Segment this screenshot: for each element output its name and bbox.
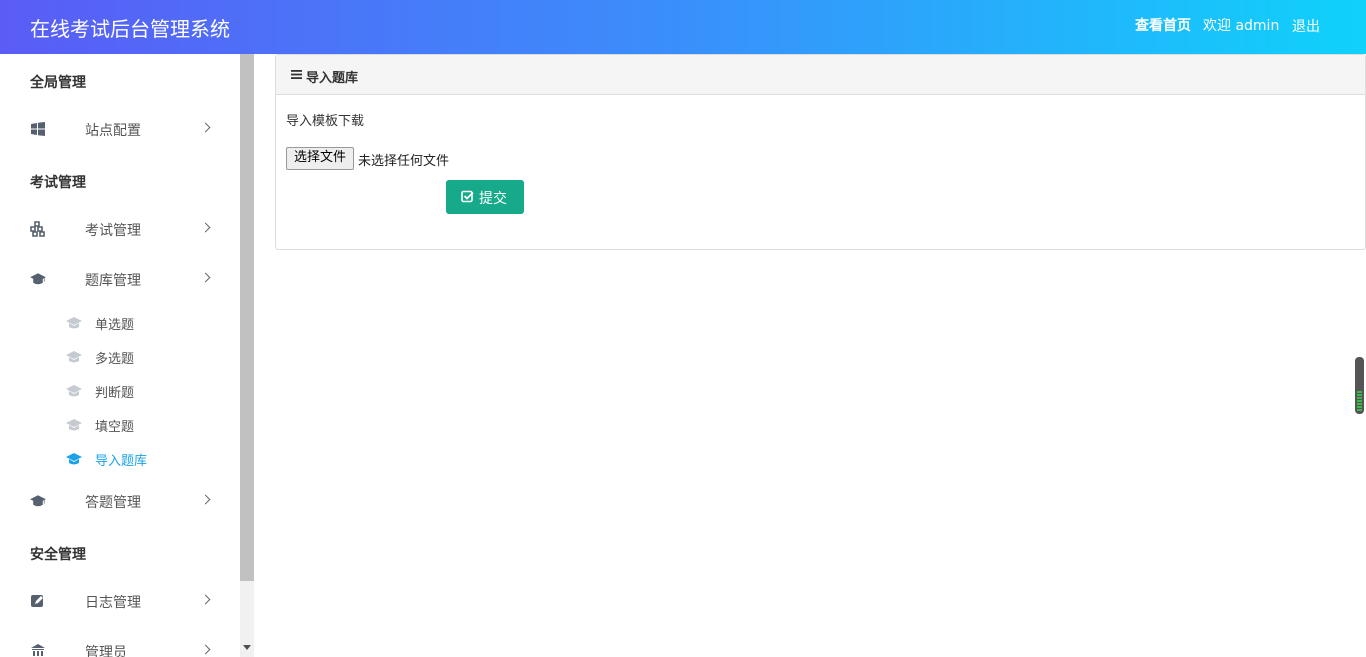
sidebar-subitem-single-choice[interactable]: 单选题 — [0, 311, 240, 337]
sidebar-item-site-config[interactable]: 站点配置 — [0, 115, 240, 145]
submit-button-label: 提交 — [479, 191, 507, 207]
sidebar-item-answer-manage[interactable]: 答题管理 — [0, 487, 240, 517]
section-title-global: 全局管理 — [30, 75, 86, 91]
sidebar-item-label: 管理员 — [85, 645, 127, 657]
graduation-cap-icon — [30, 273, 46, 285]
bars-icon — [291, 70, 302, 79]
scroll-down-arrow-icon[interactable] — [243, 645, 251, 650]
graduation-cap-icon — [66, 385, 82, 397]
graduation-cap-icon — [66, 351, 82, 363]
template-download-link[interactable]: 导入模板下载 — [286, 110, 364, 129]
app-title: 在线考试后台管理系统 — [30, 17, 230, 41]
sidebar-item-label: 考试管理 — [85, 223, 141, 239]
sidebar-subitem-import-bank[interactable]: 导入题库 — [0, 447, 240, 473]
sidebar-item-label: 题库管理 — [85, 273, 141, 289]
bank-icon — [31, 644, 45, 657]
sidebar-subitem-label: 导入题库 — [95, 454, 148, 469]
sidebar-subitem-fill-blank[interactable]: 填空题 — [0, 413, 240, 439]
sidebar-subitem-multi-choice[interactable]: 多选题 — [0, 345, 240, 371]
top-header: 在线考试后台管理系统 查看首页 欢迎 admin 退出 — [0, 0, 1366, 54]
sidebar-subitem-true-false[interactable]: 判断题 — [0, 379, 240, 405]
graduation-cap-icon — [66, 453, 82, 465]
view-home-link[interactable]: 查看首页 — [1135, 15, 1191, 35]
sidebar-subitem-label: 单选题 — [95, 318, 135, 333]
section-title-exam: 考试管理 — [30, 175, 86, 191]
panel-header: 导入题库 — [276, 55, 1365, 95]
chevron-right-icon — [200, 222, 211, 233]
sidebar-scrollbar-thumb[interactable] — [240, 54, 254, 581]
sidebar-subitem-label: 多选题 — [95, 352, 135, 367]
chevron-right-icon — [200, 494, 211, 505]
sidebar-item-log-manage[interactable]: 日志管理 — [0, 587, 240, 617]
section-title-security: 安全管理 — [30, 547, 86, 563]
file-status-text: 未选择任何文件 — [358, 154, 450, 169]
sidebar-subitem-label: 填空题 — [95, 420, 135, 435]
page-scroll-indicator[interactable] — [1355, 357, 1364, 414]
sidebar-item-exam-manage[interactable]: 考试管理 — [0, 215, 240, 245]
sidebar: 全局管理 站点配置 考试管理 考试管理 题库管理 单选题 多选题 判断题 填空题… — [0, 54, 240, 657]
choose-file-button[interactable]: 选择文件 — [286, 147, 354, 170]
sidebar-item-admin[interactable]: 管理员 — [0, 637, 240, 657]
scroll-indicator-grip — [1357, 391, 1362, 411]
chevron-right-icon — [200, 644, 211, 655]
import-panel: 导入题库 导入模板下载 选择文件 未选择任何文件 提交 — [275, 54, 1366, 250]
graduation-cap-icon — [66, 317, 82, 329]
logout-link[interactable]: 退出 — [1292, 16, 1320, 36]
sidebar-item-label: 答题管理 — [85, 495, 141, 511]
panel-title: 导入题库 — [306, 71, 359, 86]
sidebar-item-label: 站点配置 — [85, 123, 141, 139]
chevron-right-icon — [200, 594, 211, 605]
sidebar-item-question-bank[interactable]: 题库管理 — [0, 265, 240, 295]
edit-icon — [31, 595, 43, 607]
check-square-icon — [461, 190, 474, 203]
submit-button[interactable]: 提交 — [446, 180, 524, 214]
chevron-right-icon — [200, 122, 211, 133]
welcome-text: 欢迎 admin — [1203, 18, 1280, 34]
chevron-right-icon — [200, 272, 211, 283]
windows-icon — [31, 122, 45, 136]
graduation-cap-icon — [30, 495, 46, 507]
sidebar-item-label: 日志管理 — [85, 595, 141, 611]
sidebar-subitem-label: 判断题 — [95, 386, 135, 401]
graduation-cap-icon — [66, 419, 82, 431]
cubes-icon — [30, 221, 45, 237]
